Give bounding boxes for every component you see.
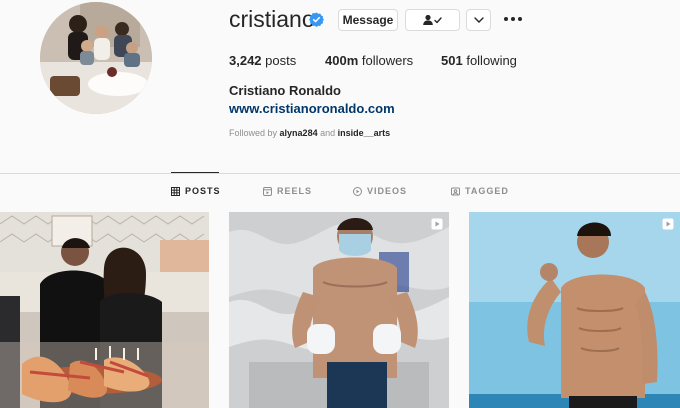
active-tab-indicator bbox=[171, 172, 219, 173]
tab-tagged[interactable]: TAGGED bbox=[451, 186, 509, 196]
person-check-icon bbox=[422, 14, 442, 25]
suggested-accounts-dropdown[interactable] bbox=[466, 9, 491, 31]
reels-icon bbox=[263, 186, 272, 196]
followers-link[interactable]: 400m followers bbox=[325, 53, 413, 68]
profile-username: cristiano bbox=[229, 6, 315, 32]
tab-reels[interactable]: REELS bbox=[263, 186, 312, 196]
play-circle-icon bbox=[353, 186, 362, 196]
tab-videos[interactable]: VIDEOS bbox=[353, 186, 407, 196]
message-button[interactable]: Message bbox=[338, 9, 398, 31]
chevron-down-icon bbox=[473, 17, 484, 23]
posts-count: 3,242 posts bbox=[229, 53, 297, 68]
reels-icon bbox=[662, 218, 674, 230]
profile-website-link[interactable]: www.cristianoronaldo.com bbox=[229, 101, 395, 116]
tab-posts[interactable]: POSTS bbox=[171, 186, 221, 196]
post-thumbnail-3[interactable] bbox=[469, 212, 680, 408]
following-button[interactable] bbox=[405, 9, 460, 31]
following-link[interactable]: 501 following bbox=[441, 53, 517, 68]
tag-icon bbox=[451, 187, 460, 195]
post-thumbnail-2[interactable] bbox=[229, 212, 449, 408]
profile-full-name: Cristiano Ronaldo bbox=[229, 83, 341, 98]
tabs-divider bbox=[0, 173, 680, 174]
followed-by-text[interactable]: Followed by alyna284 and inside__arts bbox=[229, 128, 390, 138]
grid-icon bbox=[171, 186, 180, 196]
profile-avatar[interactable] bbox=[40, 2, 152, 114]
more-options-icon[interactable] bbox=[504, 12, 522, 26]
post-thumbnail-1[interactable] bbox=[0, 212, 209, 408]
verified-badge-icon bbox=[309, 12, 324, 27]
reels-icon bbox=[431, 218, 443, 230]
